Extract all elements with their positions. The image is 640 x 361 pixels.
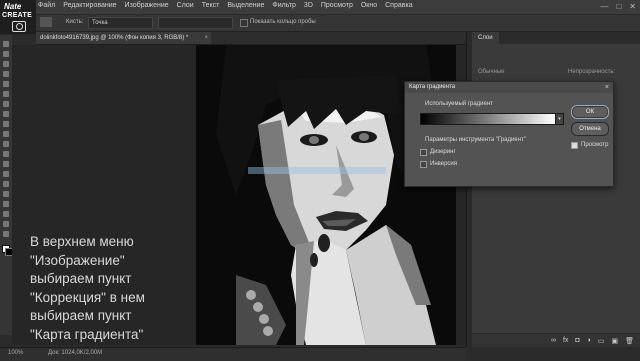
window-controls: — □ ✕ <box>600 2 636 11</box>
minimize-icon[interactable]: — <box>600 2 608 11</box>
crop-tool-icon[interactable] <box>3 81 9 87</box>
dialog-title: Карта градиента <box>405 82 613 93</box>
options-bar: Кисть: Точка Показать кольцо пробы <box>36 15 640 32</box>
menu-window[interactable]: Окно <box>361 2 377 9</box>
eyedropper-tool-icon[interactable] <box>40 17 52 27</box>
menu-select[interactable]: Выделение <box>227 2 264 9</box>
blur-tool-icon[interactable] <box>3 161 9 167</box>
menu-filter[interactable]: Фильтр <box>272 2 296 9</box>
adjustment-icon[interactable]: ◑ <box>587 337 591 344</box>
tutorial-caption: В верхнем меню "Изображение" выбираем пу… <box>30 234 145 342</box>
history-brush-icon[interactable] <box>3 131 9 137</box>
close-icon[interactable]: ✕ <box>629 2 636 11</box>
show-ring-label: Показать кольцо пробы <box>250 19 316 25</box>
path-select-icon[interactable] <box>3 201 9 207</box>
menu-type[interactable]: Текст <box>202 2 220 9</box>
gradient-tool-icon[interactable] <box>3 151 9 157</box>
menu-help[interactable]: Справка <box>385 2 412 9</box>
document-tab-title: dolinkfoto4916739.jpg @ 100% (Фон копия … <box>40 35 189 41</box>
menu-items: Файл Редактирование Изображение Слои Тек… <box>38 2 413 9</box>
inversion-checkbox[interactable] <box>420 161 427 168</box>
folder-icon[interactable]: ▭ <box>598 337 605 345</box>
gradient-dropdown-icon[interactable]: ▾ <box>555 113 564 125</box>
sample-select[interactable] <box>158 17 233 29</box>
ok-button[interactable]: ОК <box>571 105 609 119</box>
brush-tool-icon[interactable] <box>3 111 9 117</box>
dialog-close-icon[interactable]: × <box>605 82 609 93</box>
quick-select-tool-icon[interactable] <box>3 71 9 77</box>
healing-tool-icon[interactable] <box>3 101 9 107</box>
shape-tool-icon[interactable] <box>3 211 9 217</box>
mask-icon[interactable]: ◘ <box>575 337 579 344</box>
layers-panel-header: Слои <box>472 32 640 44</box>
pen-tool-icon[interactable] <box>3 181 9 187</box>
trash-icon[interactable]: 🗑 <box>625 337 634 345</box>
menu-image[interactable]: Изображение <box>125 2 169 9</box>
link-icon[interactable]: ∞ <box>551 337 556 344</box>
tool-params-label: Параметры инструмента "Градиент" <box>425 137 526 143</box>
channel-logo: Nate CREATE <box>0 0 36 34</box>
logo-line-2: CREATE <box>2 12 33 19</box>
hand-tool-icon[interactable] <box>3 221 9 227</box>
mode-label: Кисть: <box>66 19 84 25</box>
gradient-map-dialog: Карта градиента × Используемый градиент … <box>404 81 614 187</box>
eyedropper-icon[interactable] <box>3 91 9 97</box>
lasso-tool-icon[interactable] <box>3 61 9 67</box>
stamp-tool-icon[interactable] <box>3 121 9 127</box>
maximize-icon[interactable]: □ <box>616 2 621 11</box>
dodge-tool-icon[interactable] <box>3 171 9 177</box>
preview-label: Просмотр <box>581 142 609 148</box>
marquee-tool-icon[interactable] <box>3 51 9 57</box>
statusbar: 100% Док: 1024,0K/2,00M <box>0 347 466 361</box>
menu-file[interactable]: Файл <box>38 2 55 9</box>
logo-line-1: Nate <box>4 2 22 11</box>
inversion-label: Инверсия <box>430 161 458 167</box>
gradient-preview[interactable] <box>420 113 556 125</box>
dithering-checkbox[interactable] <box>420 149 427 156</box>
show-ring-checkbox[interactable] <box>240 19 248 27</box>
dithering-label: Дизеринг <box>430 149 456 155</box>
opacity-label: Непрозрачность: <box>568 69 616 75</box>
preview-checkbox[interactable] <box>571 142 578 149</box>
type-tool-icon[interactable] <box>3 191 9 197</box>
zoom-level[interactable]: 100% <box>8 350 23 356</box>
menu-edit[interactable]: Редактирование <box>63 2 116 9</box>
menu-3d[interactable]: 3D <box>304 2 313 9</box>
tools-panel <box>0 35 13 335</box>
cancel-button[interactable]: Отмена <box>571 122 609 136</box>
camera-icon <box>12 21 26 32</box>
selection-highlight <box>248 167 386 174</box>
document-tabbar: dolinkfoto4916739.jpg @ 100% (Фон копия … <box>36 32 466 45</box>
mode-select[interactable]: Точка <box>88 17 153 29</box>
tab-close-icon[interactable]: × <box>204 32 208 44</box>
zoom-tool-icon[interactable] <box>3 231 9 237</box>
tab-layers[interactable]: Слои <box>472 32 499 44</box>
layers-panel-footer: ∞ fx ◘ ◑ ▭ ▣ 🗑 <box>472 333 640 347</box>
layers-panel: Слои Обычные Непрозрачность: Заливка: ∞ … <box>472 32 640 347</box>
move-tool-icon[interactable] <box>3 41 9 47</box>
menubar: Nate CREATE Файл Редактирование Изображе… <box>0 0 640 34</box>
menu-view[interactable]: Просмотр <box>321 2 353 9</box>
gradient-label: Используемый градиент <box>425 101 493 107</box>
menu-layers[interactable]: Слои <box>177 2 194 9</box>
eraser-tool-icon[interactable] <box>3 141 9 147</box>
doc-info: Док: 1024,0K/2,00M <box>48 350 103 356</box>
fx-icon[interactable]: fx <box>563 337 568 344</box>
new-layer-icon[interactable]: ▣ <box>611 337 618 345</box>
document-tab[interactable]: dolinkfoto4916739.jpg @ 100% (Фон копия … <box>36 32 211 44</box>
